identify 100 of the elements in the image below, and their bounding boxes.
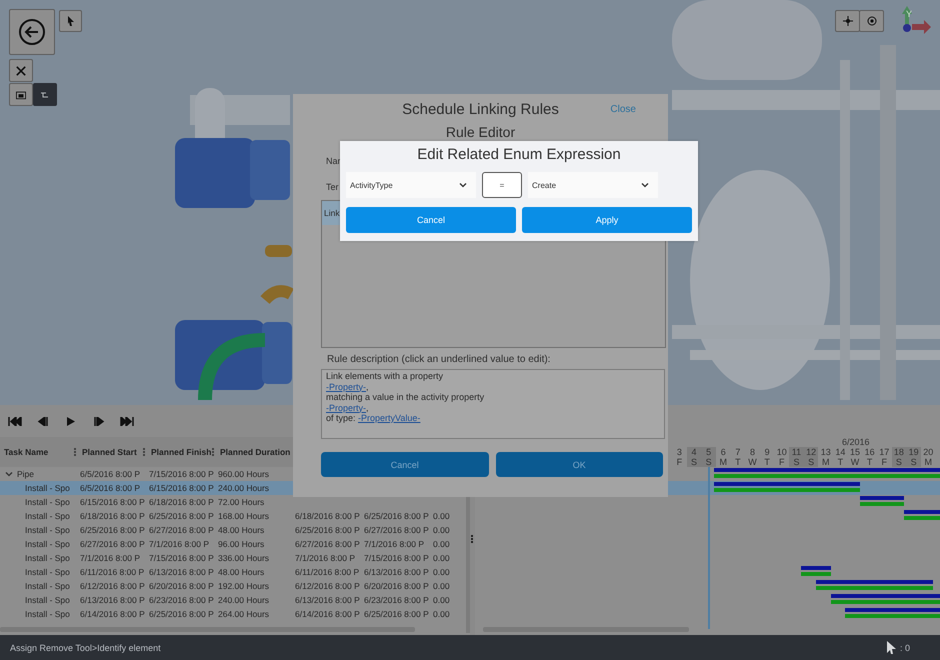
table-cell-text: 72.00 Hours: [217, 497, 266, 507]
table-cell: Install - Spo: [25, 567, 70, 577]
day-header: 10 F: [776, 447, 788, 467]
task-row[interactable]: Install - Spo 6/15/2016 8:00 P 6/18/2016 8:00 P 72.00 Hours: [0, 495, 470, 509]
task-row[interactable]: Install - Spo 6/14/2016 8:00 P 6/25/2016 8:00 P 264.00 Hours 6/14/2016 8:00 P 6/25/2016 8:00 P 0.00: [0, 607, 470, 621]
field-label: Ter: [326, 182, 339, 192]
navigate-button[interactable]: [835, 10, 860, 32]
table-cell: Pipe: [17, 469, 34, 479]
table-cell-text: 7/1/2016 8:00 P: [148, 539, 210, 549]
task-row[interactable]: Install - Spo 6/11/2016 8:00 P 6/13/2016 8:00 P 48.00 Hours 6/11/2016 8:00 P 6/13/2016 8:00 P 0.00: [0, 565, 470, 579]
table-cell-text: 7/1/2016 8:00 P: [79, 553, 142, 563]
table-cell: Install - Spo: [25, 497, 70, 507]
skip-to-start-icon: [8, 416, 22, 426]
task-row[interactable]: Install - Spo 6/27/2016 8:00 P 7/1/2016 8:00 P 96.00 Hours 6/27/2016 8:00 P 7/1/2016 8:00 P 0.00: [0, 537, 470, 551]
skip-to-start-button[interactable]: [8, 416, 22, 426]
operator-field[interactable]: =: [482, 172, 522, 198]
table-cell-text: 7/1/2016 8:00 P: [363, 539, 426, 549]
day-header: 17 F: [878, 447, 890, 467]
chevron-down-icon: [459, 182, 467, 188]
skip-to-end-button[interactable]: [120, 416, 134, 426]
table-cell-text: 6/25/2016 8:00 P: [363, 609, 430, 619]
planned-bar[interactable]: [816, 580, 934, 584]
day-header: 20 M: [922, 447, 934, 467]
select-tool-button[interactable]: [59, 10, 82, 32]
table-cell-text: 6/11/2016 8:00 P: [294, 567, 360, 577]
table-cell-text: 6/18/2016 8:00 P: [79, 511, 146, 521]
cancel-button[interactable]: Cancel: [346, 207, 516, 233]
task-row[interactable]: Install - Spo 6/13/2016 8:00 P 6/23/2016 8:00 P 240.00 Hours 6/13/2016 8:00 P 6/23/2016 8:00 P 0.00: [0, 593, 470, 607]
column-header[interactable]: Planned Duration: [220, 447, 290, 457]
table-cell-text: 6/12/2016 8:00 P: [294, 581, 361, 591]
planned-bar[interactable]: [845, 608, 940, 612]
value-dropdown[interactable]: Create: [528, 172, 658, 198]
expand-toggle[interactable]: [5, 471, 13, 477]
actual-bar[interactable]: [801, 572, 831, 576]
planned-bar[interactable]: [714, 468, 940, 472]
orbit-button[interactable]: [859, 10, 884, 32]
table-cell-text: 6/25/2016 8:00 P: [294, 525, 361, 535]
table-cell-text: 6/13/2016 8:00 P: [148, 567, 215, 577]
cancel-button[interactable]: Cancel: [321, 452, 488, 477]
table-cell-text: 0.00: [432, 553, 451, 563]
property-link[interactable]: -Property-: [326, 382, 366, 392]
planned-bar[interactable]: [860, 496, 904, 500]
ok-button[interactable]: OK: [496, 452, 663, 477]
pointer-icon: [66, 16, 74, 26]
table-cell-text: 7/1/2016 8:00 P: [294, 553, 356, 563]
table-cell-text: 0.00: [432, 567, 451, 577]
step-back-button[interactable]: [36, 416, 50, 426]
camera-tool-button[interactable]: [9, 83, 33, 106]
actual-bar[interactable]: [714, 474, 940, 478]
table-cell-text: 6/23/2016 8:00 P: [363, 595, 430, 605]
task-row[interactable]: Install - Spo 7/1/2016 8:00 P 7/15/2016 8:00 P 336.00 Hours 7/1/2016 8:00 P 7/15/2016 8:00 P 0.00: [0, 551, 470, 565]
table-cell-text: 6/25/2016 8:00 P: [148, 609, 215, 619]
step-forward-button[interactable]: [92, 416, 106, 426]
column-header[interactable]: Planned Finish: [151, 447, 212, 457]
dialog-subtitle: Rule Editor: [444, 124, 516, 142]
actual-bar[interactable]: [816, 586, 934, 590]
hierarchy-tool-button[interactable]: [33, 83, 57, 106]
day-header: 6 M: [718, 447, 728, 467]
actual-bar[interactable]: [860, 502, 904, 506]
table-cell: Install - Spo: [25, 581, 70, 591]
tools-button[interactable]: [9, 59, 33, 82]
day-header: 16 T: [864, 447, 876, 467]
apply-button[interactable]: Apply: [522, 207, 692, 233]
table-cell-text: 0.00: [432, 595, 451, 605]
table-cell-text: 6/18/2016 8:00 P: [148, 497, 215, 507]
description-line: -Property-,: [326, 402, 370, 413]
crosshair-icon: [842, 16, 852, 26]
planned-bar[interactable]: [801, 566, 831, 570]
back-button[interactable]: [9, 9, 55, 55]
task-row[interactable]: Install - Spo 6/12/2016 8:00 P 6/20/2016 8:00 P 192.00 Hours 6/12/2016 8:00 P 6/20/2016 8:00 P 0.00: [0, 579, 470, 593]
table-cell-text: 240.00 Hours: [217, 483, 270, 493]
column-header[interactable]: Planned Start: [82, 447, 137, 457]
task-row[interactable]: Install - Spo 6/25/2016 8:00 P 6/27/2016 8:00 P 48.00 Hours 6/25/2016 8:00 P 6/27/2016 8:00 P 0.00: [0, 523, 470, 537]
target-icon: [866, 16, 876, 26]
table-cell-text: 6/25/2016 8:00 P: [148, 511, 215, 521]
day-header: 5 S: [701, 447, 716, 467]
skip-to-end-icon: [120, 416, 134, 426]
planned-bar[interactable]: [830, 594, 940, 598]
property-link[interactable]: -PropertyValue-: [358, 413, 420, 423]
day-header: 3 F: [676, 447, 684, 467]
table-cell-text: 6/12/2016 8:00 P: [79, 581, 146, 591]
table-cell-text: 336.00 Hours: [217, 553, 270, 563]
property-dropdown[interactable]: ActivityType: [346, 172, 476, 198]
column-header[interactable]: Task Name: [4, 447, 48, 457]
actual-bar[interactable]: [845, 614, 940, 618]
day-header: 12 S: [804, 447, 818, 467]
table-cell-text: 7/15/2016 8:00 P: [363, 553, 430, 563]
planned-bar[interactable]: [904, 510, 940, 514]
day-header: 4 S: [686, 447, 702, 467]
month-label: 6/2016: [841, 437, 871, 447]
actual-bar[interactable]: [904, 516, 940, 520]
table-cell-text: 6/15/2016 8:00 P: [79, 497, 146, 507]
planned-bar[interactable]: [714, 482, 860, 486]
task-row[interactable]: Install - Spo 6/18/2016 8:00 P 6/25/2016 8:00 P 168.00 Hours 6/18/2016 8:00 P 6/25/2016 8:00 P 0.00: [0, 509, 470, 523]
actual-bar[interactable]: [830, 600, 940, 604]
table-cell-text: 6/25/2016 8:00 P: [363, 511, 430, 521]
actual-bar[interactable]: [714, 488, 860, 492]
property-link[interactable]: -Property-: [326, 402, 366, 412]
table-cell-text: 96.00 Hours: [217, 539, 266, 549]
day-header: 15 W: [849, 447, 862, 467]
